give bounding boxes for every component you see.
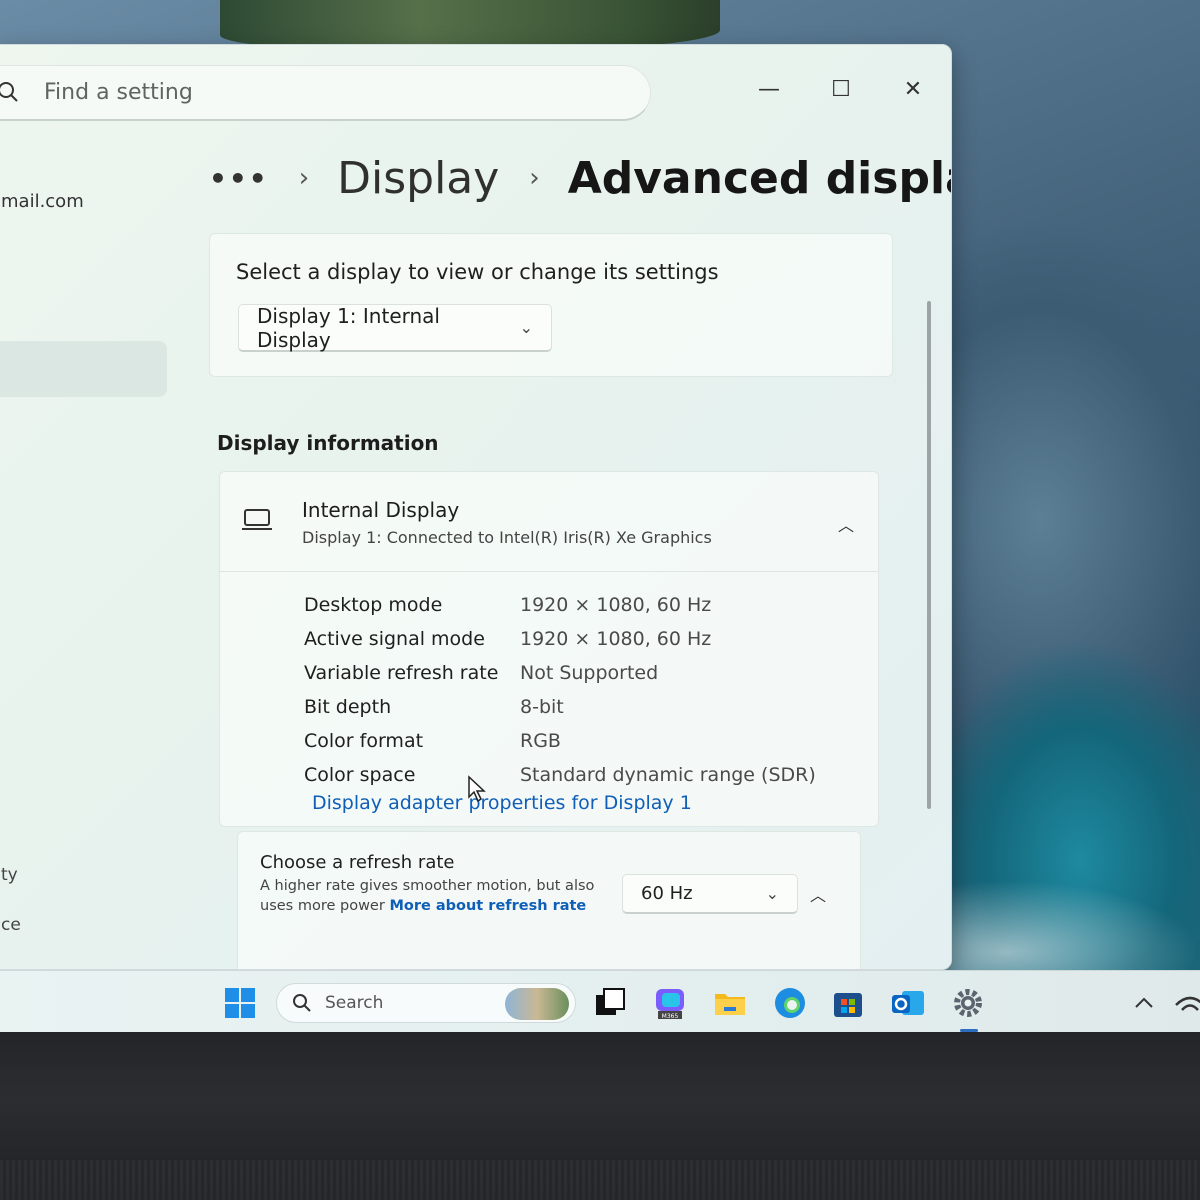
windows-start-icon[interactable] xyxy=(222,985,258,1021)
chevron-up-icon[interactable]: ︿ xyxy=(838,512,854,536)
edge-browser-icon[interactable] xyxy=(772,985,808,1021)
breadcrumb: ••• › Display › Advanced display xyxy=(209,143,951,213)
display-information-heading: Display information xyxy=(217,431,439,455)
close-icon: ✕ xyxy=(903,76,923,102)
info-label: Active signal mode xyxy=(304,628,485,650)
sidebar-item-fragment[interactable]: ce xyxy=(1,915,21,935)
info-label: Bit depth xyxy=(304,696,392,718)
outlook-icon[interactable] xyxy=(890,985,926,1021)
chevron-down-icon: ⌄ xyxy=(519,318,533,337)
settings-gear-icon[interactable] xyxy=(950,985,986,1021)
laptop-bezel xyxy=(0,1032,1200,1200)
display-device-name: Internal Display xyxy=(302,498,460,522)
refresh-rate-value: 60 Hz xyxy=(641,883,693,904)
display-info-rows: Desktop mode 1920 × 1080, 60 Hz Active si… xyxy=(304,588,816,792)
info-value: 8-bit xyxy=(520,696,564,718)
wallpaper-cliff xyxy=(220,0,720,50)
display-adapter-properties-link[interactable]: Display adapter properties for Display 1 xyxy=(312,792,692,814)
info-row: Variable refresh rate Not Supported xyxy=(304,656,816,690)
network-icon[interactable] xyxy=(1172,985,1200,1021)
info-row: Color space Standard dynamic range (SDR) xyxy=(304,758,816,792)
refresh-rate-dropdown[interactable]: 60 Hz ⌄ xyxy=(622,874,798,914)
info-value: RGB xyxy=(520,730,561,752)
info-label: Desktop mode xyxy=(304,594,443,616)
search-icon xyxy=(293,994,311,1012)
select-display-card: Select a display to view or change its s… xyxy=(209,233,893,377)
info-value: Standard dynamic range (SDR) xyxy=(520,764,816,786)
info-row: Active signal mode 1920 × 1080, 60 Hz xyxy=(304,622,816,656)
minimize-icon: — xyxy=(758,76,780,102)
search-icon xyxy=(0,81,18,102)
microsoft-store-icon[interactable] xyxy=(830,985,866,1021)
display-select-value: Display 1: Internal Display xyxy=(257,303,440,352)
maximize-button[interactable]: ☐ xyxy=(811,69,871,109)
info-value: Not Supported xyxy=(520,662,659,684)
display-info-header[interactable]: Internal Display Display 1: Connected to… xyxy=(220,472,878,572)
display-device-subtitle: Display 1: Connected to Intel(R) Iris(R)… xyxy=(302,528,712,547)
more-about-refresh-rate-link[interactable]: More about refresh rate xyxy=(389,898,586,914)
copilot-m365-icon[interactable]: M365 xyxy=(652,985,688,1021)
display-information-card: Internal Display Display 1: Connected to… xyxy=(219,471,879,827)
taskbar: Search M365 xyxy=(0,970,1200,1032)
task-view-icon[interactable] xyxy=(592,985,628,1021)
account-email: mail.com xyxy=(1,191,84,212)
m365-badge: M365 xyxy=(662,1013,679,1020)
maximize-icon: ☐ xyxy=(831,76,851,102)
chevron-up-icon[interactable]: ︿ xyxy=(810,882,826,906)
laptop-icon xyxy=(242,509,272,530)
scrollbar[interactable] xyxy=(927,301,931,809)
settings-search-box[interactable] xyxy=(0,65,651,121)
search-highlight-image xyxy=(505,988,569,1020)
refresh-rate-title: Choose a refresh rate xyxy=(260,852,455,873)
info-row: Desktop mode 1920 × 1080, 60 Hz xyxy=(304,588,816,622)
refresh-rate-description: A higher rate gives smoother motion, but… xyxy=(260,876,600,916)
sidebar-item-fragment[interactable]: ty xyxy=(1,865,18,885)
page-title: Advanced display xyxy=(567,152,951,204)
display-select-dropdown[interactable]: Display 1: Internal Display ⌄ xyxy=(238,304,552,352)
close-button[interactable]: ✕ xyxy=(883,69,943,109)
minimize-button[interactable]: — xyxy=(739,69,799,109)
sidebar-item-selected[interactable] xyxy=(0,341,167,397)
settings-window: — ☐ ✕ mail.com ty ce ••• › Display › Adv… xyxy=(0,44,952,970)
breadcrumb-display-link[interactable]: Display xyxy=(337,153,499,204)
mouse-pointer-icon xyxy=(468,775,486,803)
info-label: Variable refresh rate xyxy=(304,662,499,684)
taskbar-search-label: Search xyxy=(325,993,384,1013)
info-value: 1920 × 1080, 60 Hz xyxy=(520,594,712,616)
info-label: Color format xyxy=(304,730,424,752)
info-row: Bit depth 8-bit xyxy=(304,690,816,724)
info-value: 1920 × 1080, 60 Hz xyxy=(520,628,712,650)
chevron-right-icon: › xyxy=(529,163,540,193)
keyboard-edge xyxy=(0,1160,1200,1200)
select-display-prompt: Select a display to view or change its s… xyxy=(236,260,719,284)
info-label: Color space xyxy=(304,764,416,786)
info-row: Color format RGB xyxy=(304,724,816,758)
chevron-up-icon[interactable] xyxy=(1126,985,1162,1021)
refresh-rate-card: Choose a refresh rate A higher rate give… xyxy=(237,831,861,969)
taskbar-search[interactable]: Search xyxy=(276,983,576,1023)
search-input[interactable] xyxy=(44,80,604,105)
breadcrumb-more-button[interactable]: ••• xyxy=(209,162,269,195)
chevron-down-icon: ⌄ xyxy=(765,884,779,903)
file-explorer-icon[interactable] xyxy=(712,985,748,1021)
chevron-right-icon: › xyxy=(298,163,310,193)
